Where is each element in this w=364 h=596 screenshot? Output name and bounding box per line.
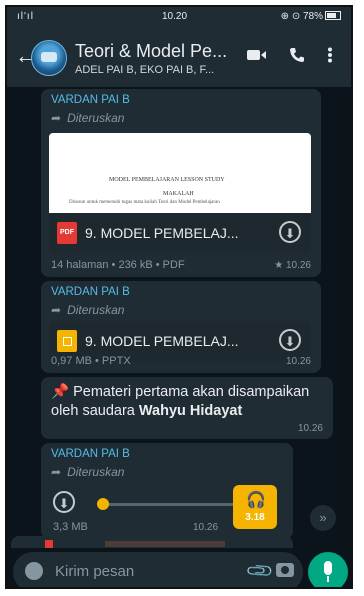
message-time: ★ 10.26 xyxy=(274,260,311,271)
message-bold-name: Wahyu Hidayat xyxy=(138,403,243,419)
status-time: 10.20 xyxy=(162,11,188,22)
message-text: 📌 Pemateri pertama akan disampaikan oleh… xyxy=(51,384,310,419)
forward-icon: ➦ xyxy=(51,465,62,479)
audio-size: 3,3 MB xyxy=(53,521,88,533)
sender-name: VARDAN PAI B xyxy=(51,94,130,106)
camera-icon[interactable] xyxy=(276,563,294,577)
file-meta: 0,97 MB • PPTX xyxy=(51,355,131,367)
file-name: 9. MODEL PEMBELAJ... xyxy=(85,333,239,349)
message-bubble-text[interactable]: 📌 Pemateri pertama akan disampaikan oleh… xyxy=(41,377,333,439)
pdf-file-icon: PDF xyxy=(57,222,77,244)
video-call-icon[interactable] xyxy=(247,47,267,63)
file-meta: 14 halaman • 236 kB • PDF xyxy=(51,259,185,271)
headphones-icon: 🎧 xyxy=(246,492,266,509)
document-preview[interactable]: MODEL PEMBELAJARAN LESSON STUDY MAKALAH … xyxy=(49,133,311,213)
preview-subtitle: MAKALAH xyxy=(163,191,194,197)
attach-icon[interactable]: 📎 xyxy=(245,556,276,587)
forwarded-label: ➦ Diteruskan xyxy=(51,465,125,479)
partial-next-message xyxy=(11,536,293,548)
message-input-bar[interactable]: Kirim pesan 📎 xyxy=(13,552,303,587)
chat-subtitle[interactable]: ADEL PAI B, EKO PAI B, F... xyxy=(75,64,214,76)
message-time: 10.26 xyxy=(297,423,323,434)
forward-icon: ➦ xyxy=(51,303,62,317)
download-icon[interactable]: ⬇ xyxy=(279,221,301,243)
chat-header: ← Teori & Model Pe... ADEL PAI B, EKO PA… xyxy=(7,27,351,87)
mic-icon[interactable] xyxy=(308,552,348,587)
preview-text: Disusun untuk memenuhi tugas mata kuliah… xyxy=(69,200,220,205)
battery-percent: 78% xyxy=(302,11,323,22)
emoji-icon[interactable] xyxy=(25,562,43,580)
status-bar: ıl'ıl 10.20 ⊕ ⊙ 78% xyxy=(7,7,351,27)
forward-icon: ➦ xyxy=(51,111,62,125)
audio-seek-knob[interactable] xyxy=(97,498,109,510)
battery-indicator: ⊕ ⊙ 78% xyxy=(281,11,341,22)
sender-name: VARDAN PAI B xyxy=(51,286,130,298)
audio-track[interactable] xyxy=(103,503,239,506)
forwarded-label: ➦ Diteruskan xyxy=(51,303,125,317)
chat-title[interactable]: Teori & Model Pe... xyxy=(75,41,227,62)
voice-note-thumbnail: 🎧 3.18 xyxy=(233,485,277,529)
battery-icon xyxy=(325,11,341,20)
message-time: 10.26 xyxy=(285,356,311,367)
message-time: 10.26 xyxy=(193,522,219,533)
group-avatar[interactable] xyxy=(31,40,67,76)
pptx-file-icon xyxy=(57,330,77,352)
pin-emoji: 📌 xyxy=(51,384,70,400)
message-input[interactable]: Kirim pesan xyxy=(55,563,134,580)
download-audio-icon[interactable]: ⬇ xyxy=(53,491,75,513)
message-bubble-pptx[interactable]: VARDAN PAI B ➦ Diteruskan 9. MODEL PEMBEL… xyxy=(41,281,321,373)
download-icon[interactable]: ⬇ xyxy=(279,329,301,351)
signal-icon: ıl'ıl xyxy=(17,11,34,22)
scroll-down-icon[interactable]: » xyxy=(310,505,336,531)
more-vert-icon[interactable] xyxy=(327,47,333,63)
file-name: 9. MODEL PEMBELAJ... xyxy=(85,225,239,241)
phone-icon[interactable] xyxy=(289,47,305,63)
preview-title: MODEL PEMBELAJARAN LESSON STUDY xyxy=(109,177,225,183)
file-row[interactable]: PDF 9. MODEL PEMBELAJ... ⬇ xyxy=(49,213,311,253)
sender-name: VARDAN PAI B xyxy=(51,448,130,460)
forwarded-label: ➦ Diteruskan xyxy=(51,111,125,125)
message-bubble-pdf[interactable]: VARDAN PAI B ➦ Diteruskan MODEL PEMBELAJA… xyxy=(41,89,321,277)
phone-screen: ıl'ıl 10.20 ⊕ ⊙ 78% ← Teori & Model Pe..… xyxy=(5,5,353,589)
audio-duration: 3.18 xyxy=(245,512,265,523)
